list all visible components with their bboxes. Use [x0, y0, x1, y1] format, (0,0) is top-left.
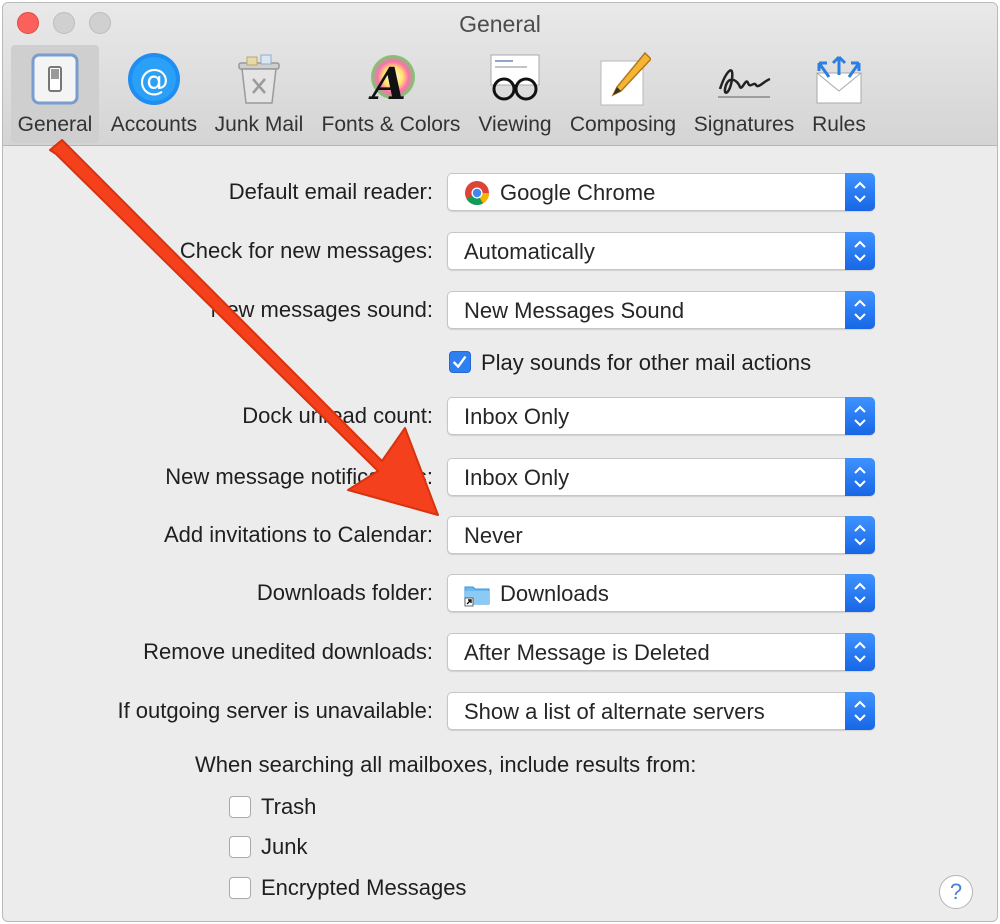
at-sign-icon: @ — [128, 53, 180, 105]
search-trash-checkbox[interactable] — [229, 796, 251, 818]
check-new-messages-label: Check for new messages: — [179, 238, 433, 263]
dock-unread-count-popup[interactable]: Inbox Only — [447, 397, 875, 435]
add-invitations-popup[interactable]: Never — [447, 516, 875, 554]
toolbar-tab-label: General — [17, 113, 93, 136]
default-email-reader-popup[interactable]: Google Chrome — [447, 173, 875, 211]
general-switch-icon — [31, 53, 79, 105]
title-bar: General General @ Accounts Junk Mail A F… — [3, 3, 997, 146]
default-email-reader-label: Default email reader: — [228, 179, 433, 204]
color-letter-a-icon: A — [368, 55, 415, 107]
new-messages-sound-label: New messages sound: — [210, 297, 433, 322]
remove-unedited-downloads-popup[interactable]: After Message is Deleted — [447, 633, 875, 671]
search-junk-label: Junk — [261, 834, 308, 859]
glasses-icon — [490, 54, 540, 101]
popup-chevron-icon — [845, 516, 875, 554]
general-settings-panel: Default email reader: Google Chrome Chec… — [3, 146, 997, 921]
play-sounds-checkbox[interactable] — [449, 351, 471, 373]
toolbar-tab-label: Junk Mail — [214, 113, 304, 136]
popup-value: After Message is Deleted — [464, 640, 710, 665]
pencil-paper-icon — [600, 51, 651, 106]
toolbar-tab-label: Rules — [812, 113, 866, 136]
search-mailboxes-title: When searching all mailboxes, include re… — [195, 752, 697, 777]
popup-chevron-icon — [845, 173, 875, 211]
window-title: General — [459, 11, 541, 37]
popup-value: Show a list of alternate servers — [464, 699, 765, 724]
popup-chevron-icon — [845, 458, 875, 496]
toolbar-tab-fonts-colors[interactable]: A Fonts & Colors — [317, 45, 465, 143]
search-junk-checkbox[interactable] — [229, 836, 251, 858]
toolbar-tab-label: Accounts — [110, 113, 198, 136]
popup-chevron-icon — [845, 397, 875, 435]
checkmark-icon — [452, 355, 467, 369]
new-message-notifications-label: New message notifications: — [165, 464, 433, 489]
toolbar-tab-rules[interactable]: Rules — [805, 45, 873, 143]
toolbar-tab-signatures[interactable]: Signatures — [689, 45, 799, 143]
popup-chevron-icon — [845, 574, 875, 612]
toolbar-tab-accounts[interactable]: @ Accounts — [107, 45, 201, 143]
downloads-folder-label: Downloads folder: — [256, 580, 433, 605]
popup-chevron-icon — [845, 692, 875, 730]
popup-value: New Messages Sound — [464, 298, 685, 323]
popup-value: Downloads — [500, 581, 609, 606]
trash-bin-icon — [238, 54, 280, 104]
search-trash-label: Trash — [261, 794, 317, 819]
search-encrypted-label: Encrypted Messages — [261, 875, 467, 900]
toolbar-tab-label: Composing — [569, 113, 677, 136]
popup-value: Inbox Only — [464, 465, 570, 490]
toolbar-tab-viewing[interactable]: Viewing — [473, 45, 557, 143]
play-sounds-label: Play sounds for other mail actions — [481, 350, 812, 375]
toolbar-tab-general[interactable]: General — [11, 45, 99, 143]
popup-value: Automatically — [464, 239, 595, 264]
search-encrypted-checkbox[interactable] — [229, 877, 251, 899]
envelope-arrows-icon — [816, 55, 862, 104]
signature-icon — [718, 69, 771, 98]
remove-unedited-downloads-label: Remove unedited downloads: — [143, 639, 433, 664]
toolbar-tab-composing[interactable]: Composing — [565, 45, 681, 143]
toolbar-tab-label: Viewing — [478, 113, 552, 136]
popup-chevron-icon — [845, 633, 875, 671]
help-button[interactable]: ? — [939, 875, 973, 909]
dock-unread-count-label: Dock unread count: — [242, 403, 433, 428]
popup-chevron-icon — [845, 291, 875, 329]
outgoing-server-label: If outgoing server is unavailable: — [117, 698, 433, 723]
folder-icon — [464, 586, 490, 607]
check-new-messages-popup[interactable]: Automatically — [447, 232, 875, 270]
new-message-notifications-popup[interactable]: Inbox Only — [447, 458, 875, 496]
popup-value: Inbox Only — [464, 404, 570, 429]
svg-text:@: @ — [139, 63, 169, 98]
add-invitations-label: Add invitations to Calendar: — [163, 522, 433, 547]
downloads-folder-popup[interactable]: Downloads — [447, 574, 875, 612]
new-messages-sound-popup[interactable]: New Messages Sound — [447, 291, 875, 329]
toolbar-tab-label: Signatures — [693, 113, 795, 136]
chrome-icon — [465, 181, 489, 206]
toolbar-tab-label: Fonts & Colors — [321, 113, 461, 136]
popup-value: Never — [464, 523, 523, 548]
popup-value: Google Chrome — [500, 180, 656, 205]
preferences-window: General General @ Accounts Junk Mail A F… — [2, 2, 998, 922]
popup-chevron-icon — [845, 232, 875, 270]
svg-text:A: A — [368, 59, 406, 107]
outgoing-server-popup[interactable]: Show a list of alternate servers — [447, 692, 875, 730]
toolbar-tab-junk-mail[interactable]: Junk Mail — [209, 45, 309, 143]
